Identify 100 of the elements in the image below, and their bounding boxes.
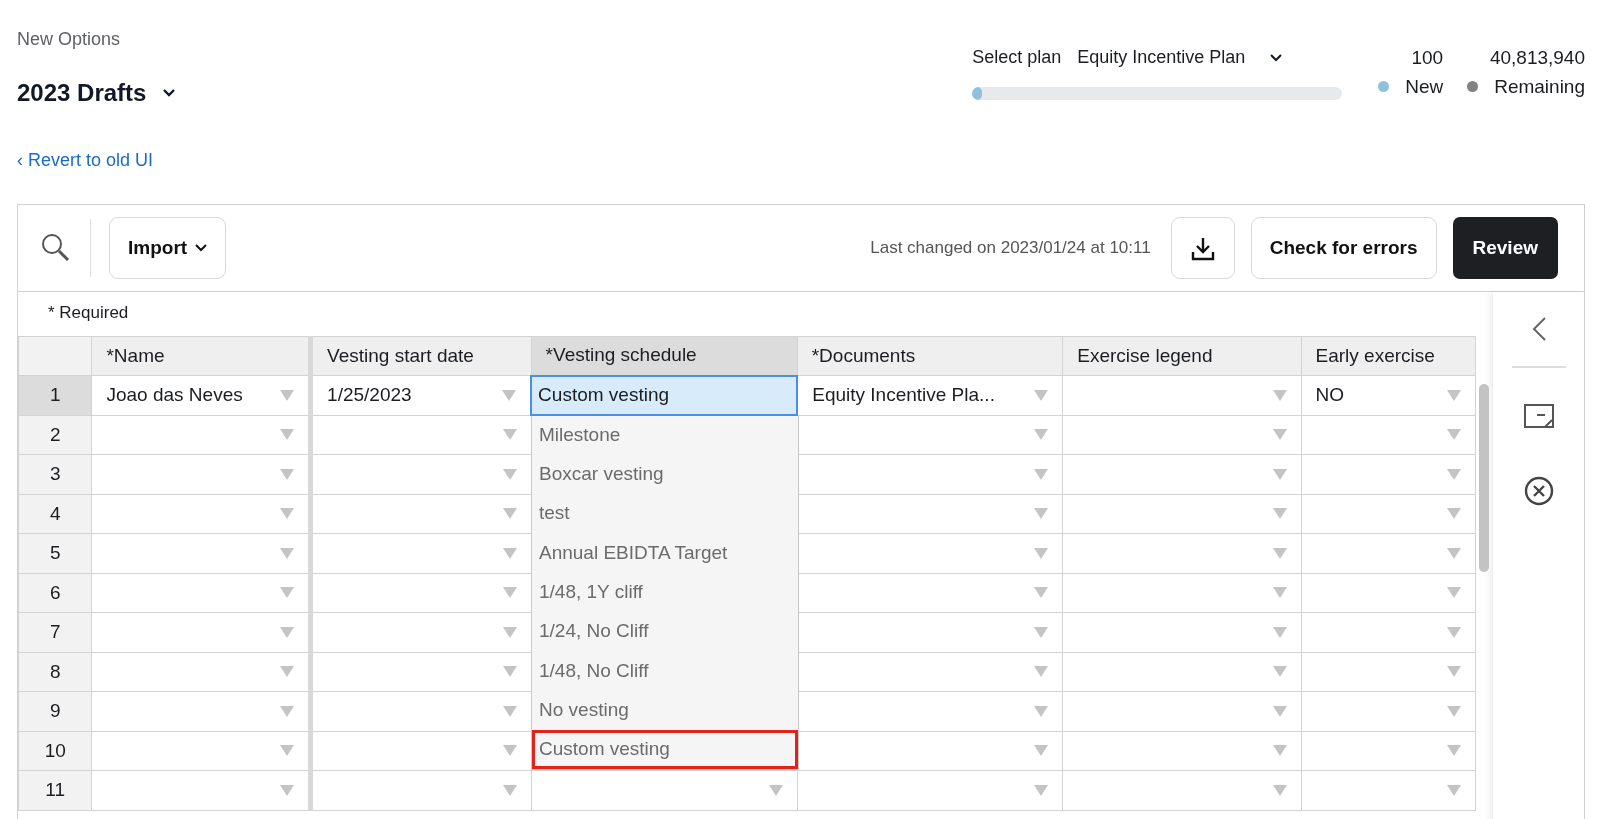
revert-link[interactable]: ‹ Revert to old UI	[17, 150, 154, 170]
table-cell[interactable]	[1301, 454, 1476, 494]
close-icon[interactable]	[1523, 475, 1554, 506]
caret-icon[interactable]	[1272, 784, 1287, 796]
dropdown-option[interactable]: 1/24, No Cliff	[532, 612, 798, 652]
table-cell[interactable]	[1301, 652, 1476, 692]
caret-icon[interactable]	[280, 626, 295, 638]
chevron-left-icon[interactable]	[1530, 316, 1547, 342]
table-cell[interactable]	[91, 731, 311, 771]
column-header[interactable]: *Name	[91, 336, 311, 376]
row-number[interactable]: 8	[18, 652, 92, 692]
caret-icon[interactable]	[280, 389, 295, 401]
table-cell[interactable]	[1301, 494, 1476, 534]
caret-icon[interactable]	[1447, 745, 1462, 757]
table-cell[interactable]	[91, 612, 311, 652]
column-header[interactable]: Exercise legend	[1062, 336, 1301, 376]
table-cell[interactable]	[1062, 770, 1301, 810]
table-cell[interactable]	[1062, 533, 1301, 573]
table-cell[interactable]	[1301, 612, 1476, 652]
column-header[interactable]: Early exercise	[1301, 336, 1476, 376]
caret-icon[interactable]	[1034, 705, 1049, 717]
table-cell[interactable]: Equity Incentive Pla...	[797, 375, 1063, 415]
caret-icon[interactable]	[1272, 468, 1287, 480]
column-header[interactable]: *Vesting schedule	[531, 336, 798, 376]
caret-icon[interactable]	[1447, 626, 1462, 638]
caret-icon[interactable]	[1272, 626, 1287, 638]
row-number[interactable]: 10	[18, 731, 92, 771]
table-cell[interactable]	[797, 731, 1063, 771]
caret-icon[interactable]	[1447, 666, 1462, 678]
caret-icon[interactable]	[1447, 468, 1462, 480]
caret-icon[interactable]	[1034, 626, 1049, 638]
row-number[interactable]: 5	[18, 533, 92, 573]
plan-select[interactable]: Equity Incentive Plan	[1077, 44, 1246, 71]
dropdown-option[interactable]: Annual EBIDTA Target	[532, 533, 798, 573]
caret-icon[interactable]	[1272, 389, 1287, 401]
caret-icon[interactable]	[1034, 429, 1049, 441]
column-header[interactable]: Vesting start date	[310, 336, 532, 376]
caret-icon[interactable]	[280, 705, 295, 717]
caret-icon[interactable]	[502, 547, 517, 559]
caret-icon[interactable]	[280, 547, 295, 559]
table-cell[interactable]	[1062, 573, 1301, 613]
caret-icon[interactable]	[280, 745, 295, 757]
caret-icon[interactable]	[280, 508, 295, 520]
dropdown-option[interactable]: Milestone	[532, 415, 798, 455]
table-cell[interactable]	[91, 454, 311, 494]
dropdown-option[interactable]: 1/48, No Cliff	[532, 651, 798, 691]
dropdown-option[interactable]: Boxcar vesting	[532, 454, 798, 495]
caret-icon[interactable]	[1272, 587, 1287, 599]
caret-icon[interactable]	[768, 784, 783, 796]
row-number[interactable]: 1	[18, 375, 92, 415]
caret-icon[interactable]	[1272, 705, 1287, 717]
table-cell[interactable]	[1062, 691, 1301, 731]
caret-icon[interactable]	[502, 666, 517, 678]
column-header[interactable]: *Documents	[797, 336, 1063, 376]
table-cell[interactable]	[91, 652, 311, 692]
check-errors-button[interactable]: Check for errors	[1250, 217, 1437, 279]
caret-icon[interactable]	[1272, 429, 1287, 441]
table-cell[interactable]	[1062, 454, 1301, 494]
table-cell[interactable]	[1301, 731, 1476, 771]
caret-icon[interactable]	[502, 429, 517, 441]
caret-icon[interactable]	[502, 587, 517, 599]
card-icon[interactable]	[1523, 403, 1554, 428]
table-cell[interactable]	[1301, 770, 1476, 810]
table-cell[interactable]	[1062, 612, 1301, 652]
row-number[interactable]: 7	[18, 612, 92, 652]
caret-icon[interactable]	[502, 784, 517, 796]
table-cell[interactable]	[1301, 573, 1476, 613]
table-cell[interactable]	[91, 415, 311, 455]
row-number[interactable]: 4	[18, 494, 92, 534]
caret-icon[interactable]	[1034, 547, 1049, 559]
table-cell[interactable]	[1062, 375, 1301, 415]
table-cell[interactable]	[797, 770, 1063, 810]
table-cell[interactable]	[91, 691, 311, 731]
table-cell[interactable]	[1062, 652, 1301, 692]
row-number[interactable]: 3	[18, 454, 92, 494]
table-cell[interactable]	[91, 573, 311, 613]
caret-icon[interactable]	[1272, 547, 1287, 559]
dropdown-option[interactable]: test	[532, 494, 798, 534]
row-number[interactable]: 6	[18, 573, 92, 613]
table-cell[interactable]: NO	[1301, 375, 1476, 415]
caret-icon[interactable]	[1447, 389, 1462, 401]
scrollbar[interactable]	[1479, 383, 1490, 572]
chevron-down-icon[interactable]	[1269, 52, 1284, 63]
caret-icon[interactable]	[1447, 705, 1462, 717]
chevron-down-icon[interactable]	[162, 88, 177, 98]
table-cell[interactable]	[1062, 731, 1301, 771]
caret-icon[interactable]	[502, 745, 517, 757]
caret-icon[interactable]	[1034, 389, 1049, 401]
table-cell[interactable]	[1062, 494, 1301, 534]
caret-icon[interactable]	[280, 666, 295, 678]
caret-icon[interactable]	[502, 389, 517, 401]
table-cell[interactable]	[91, 533, 311, 573]
table-cell[interactable]	[1301, 533, 1476, 573]
table-cell[interactable]: Joao das Neves	[91, 375, 311, 415]
caret-icon[interactable]	[502, 626, 517, 638]
table-cell[interactable]	[1301, 691, 1476, 731]
caret-icon[interactable]	[1447, 547, 1462, 559]
dropdown-option[interactable]: 1/48, 1Y cliff	[532, 572, 798, 612]
dropdown-option[interactable]: Custom vesting	[532, 729, 798, 770]
caret-icon[interactable]	[280, 587, 295, 599]
